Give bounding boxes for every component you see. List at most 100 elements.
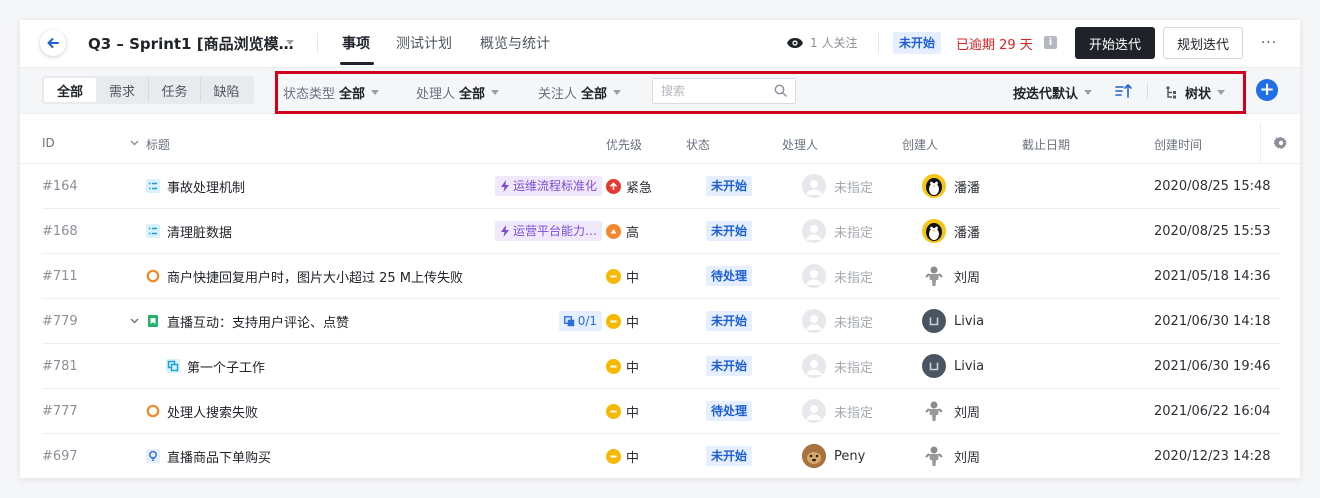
row-assignee[interactable]: 未指定 bbox=[802, 344, 873, 388]
row-title[interactable]: 清理脏数据 bbox=[146, 209, 232, 253]
table-row[interactable]: #697 直播商品下单购买 中 未开始 Peny 刘周 2020/12/23 1… bbox=[42, 434, 1280, 478]
row-assignee[interactable]: 未指定 bbox=[802, 389, 873, 433]
row-creator[interactable]: Livia bbox=[922, 299, 984, 343]
row-assignee[interactable]: 未指定 bbox=[802, 164, 873, 208]
row-status[interactable]: 未开始 bbox=[706, 164, 753, 208]
row-assignee[interactable]: Peny bbox=[802, 434, 865, 478]
subtask-count-tag[interactable]: 0/1 bbox=[558, 311, 602, 331]
row-title-text: 商户快捷回复用户时，图片大小超过 25 M上传失败 bbox=[167, 270, 464, 286]
column-header-due-date[interactable]: 截止日期 bbox=[1022, 136, 1070, 153]
toolbar-divider bbox=[1147, 83, 1148, 99]
row-creator[interactable]: 刘周 bbox=[922, 254, 980, 298]
row-id[interactable]: #168 bbox=[42, 209, 78, 253]
row-status[interactable]: 待处理 bbox=[706, 254, 753, 298]
chevron-down-icon[interactable] bbox=[130, 318, 139, 324]
add-item-button[interactable]: + bbox=[1256, 79, 1278, 101]
column-header-status[interactable]: 状态 bbox=[686, 136, 710, 153]
row-id[interactable]: #777 bbox=[42, 389, 78, 433]
tab-overview[interactable]: 概览与统计 bbox=[480, 33, 550, 53]
row-priority[interactable]: 中 bbox=[606, 434, 639, 478]
followers[interactable]: 1 人关注 bbox=[786, 34, 857, 51]
title-dropdown-caret[interactable] bbox=[286, 40, 294, 45]
row-title[interactable]: 商户快捷回复用户时，图片大小超过 25 M上传失败 bbox=[146, 254, 463, 298]
start-iteration-button[interactable]: 开始迭代 bbox=[1075, 27, 1155, 59]
row-title[interactable]: 事故处理机制 bbox=[146, 164, 245, 208]
table-row[interactable]: #779 直播互动：支持用户评论、点赞 0/1 中 未开始 未指定 Livia … bbox=[42, 299, 1280, 344]
row-status[interactable]: 待处理 bbox=[706, 389, 753, 433]
tab-items[interactable]: 事项 bbox=[342, 33, 370, 53]
table-row[interactable]: #711 商户快捷回复用户时，图片大小超过 25 M上传失败 中 待处理 未指定 bbox=[42, 254, 1280, 299]
priority-medium-icon bbox=[606, 448, 621, 464]
assignee-name: 未指定 bbox=[834, 360, 874, 376]
table-row[interactable]: #164 事故处理机制 运维流程标准化 紧急 未开始 未指定 潘潘 2020/0… bbox=[42, 164, 1280, 209]
more-icon[interactable]: ··· bbox=[1258, 32, 1280, 54]
row-creator[interactable]: 刘周 bbox=[922, 434, 980, 478]
row-status[interactable]: 未开始 bbox=[706, 344, 753, 388]
segment-defect[interactable]: 缺陷 bbox=[200, 78, 252, 102]
column-header-priority[interactable]: 优先级 bbox=[606, 136, 642, 153]
figure-avatar bbox=[922, 264, 946, 288]
row-id[interactable]: #781 bbox=[42, 344, 78, 388]
segment-all[interactable]: 全部 bbox=[44, 78, 96, 102]
view-mode-dropdown[interactable]: 树状 bbox=[1165, 83, 1226, 102]
filter-value: 全部 bbox=[459, 87, 486, 102]
row-id[interactable]: #697 bbox=[42, 434, 78, 478]
table-row[interactable]: #777 处理人搜索失败 中 待处理 未指定 刘周 2021/06/22 16:… bbox=[42, 389, 1280, 434]
row-status[interactable]: 未开始 bbox=[706, 209, 753, 253]
row-title[interactable]: 直播互动：支持用户评论、点赞 bbox=[146, 299, 349, 343]
sort-order-icon[interactable] bbox=[1115, 83, 1133, 99]
filter-assignee[interactable]: 处理人 全部 bbox=[416, 83, 500, 102]
priority-label: 中 bbox=[626, 405, 640, 421]
filter-status-type[interactable]: 状态类型 全部 bbox=[283, 83, 380, 102]
filter-follower[interactable]: 关注人 全部 bbox=[538, 83, 622, 102]
row-priority[interactable]: 中 bbox=[606, 254, 639, 298]
filter-value: 全部 bbox=[339, 87, 366, 102]
row-priority[interactable]: 紧急 bbox=[606, 164, 652, 208]
row-title[interactable]: 直播商品下单购买 bbox=[146, 434, 271, 478]
row-title-text: 第一个子工作 bbox=[187, 360, 266, 376]
row-priority[interactable]: 中 bbox=[606, 299, 639, 343]
column-header-creator[interactable]: 创建人 bbox=[902, 136, 938, 153]
info-icon[interactable]: i bbox=[1044, 36, 1057, 49]
epic-tag[interactable]: 运维流程标准化 bbox=[494, 176, 602, 196]
priority-medium-icon bbox=[606, 313, 621, 329]
row-creator[interactable]: Livia bbox=[922, 344, 984, 388]
row-assignee[interactable]: 未指定 bbox=[802, 254, 873, 298]
table-row[interactable]: #781 第一个子工作 中 未开始 未指定 Livia 2021/06/30 1… bbox=[42, 344, 1280, 389]
column-header-created-time[interactable]: 创建时间 bbox=[1154, 136, 1202, 153]
row-title[interactable]: 处理人搜索失败 bbox=[146, 389, 258, 433]
column-header-id[interactable]: ID bbox=[42, 136, 55, 150]
row-id[interactable]: #164 bbox=[42, 164, 78, 208]
column-header-title[interactable]: 标题 bbox=[146, 136, 170, 153]
row-assignee[interactable]: 未指定 bbox=[802, 209, 873, 253]
row-id[interactable]: #779 bbox=[42, 299, 78, 343]
segment-task[interactable]: 任务 bbox=[148, 78, 200, 102]
row-priority[interactable]: 中 bbox=[606, 389, 639, 433]
chevron-down-icon bbox=[1084, 90, 1093, 95]
back-button[interactable] bbox=[40, 30, 66, 56]
row-status[interactable]: 未开始 bbox=[706, 434, 753, 478]
sort-dropdown[interactable]: 按迭代默认 bbox=[1013, 83, 1093, 102]
plan-iteration-button[interactable]: 规划迭代 bbox=[1163, 27, 1243, 59]
row-title[interactable]: 第一个子工作 bbox=[166, 344, 265, 388]
row-assignee[interactable]: 未指定 bbox=[802, 299, 873, 343]
row-priority[interactable]: 中 bbox=[606, 344, 639, 388]
chevron-down-icon[interactable] bbox=[130, 140, 139, 146]
column-header-assignee[interactable]: 处理人 bbox=[782, 136, 818, 153]
epic-tag[interactable]: 运营平台能力… bbox=[494, 221, 602, 241]
row-id[interactable]: #711 bbox=[42, 254, 78, 298]
segment-requirement[interactable]: 需求 bbox=[96, 78, 148, 102]
row-title-text: 直播互动：支持用户评论、点赞 bbox=[167, 315, 350, 331]
column-settings-button[interactable] bbox=[1260, 122, 1300, 164]
row-priority[interactable]: 高 bbox=[606, 209, 639, 253]
tab-test-plan[interactable]: 测试计划 bbox=[396, 33, 452, 53]
issue-type-segmented-control: 全部 需求 任务 缺陷 bbox=[42, 76, 254, 104]
row-creator[interactable]: 潘潘 bbox=[922, 209, 980, 253]
row-creator[interactable]: 刘周 bbox=[922, 389, 980, 433]
iteration-title[interactable]: Q3 – Sprint1 [商品浏览模… bbox=[88, 33, 294, 54]
initials-avatar bbox=[922, 309, 946, 333]
table-row[interactable]: #168 清理脏数据 运营平台能力… 高 未开始 未指定 潘潘 2020/08/… bbox=[42, 209, 1280, 254]
status-badge: 未开始 bbox=[706, 356, 753, 376]
row-status[interactable]: 未开始 bbox=[706, 299, 753, 343]
row-creator[interactable]: 潘潘 bbox=[922, 164, 980, 208]
